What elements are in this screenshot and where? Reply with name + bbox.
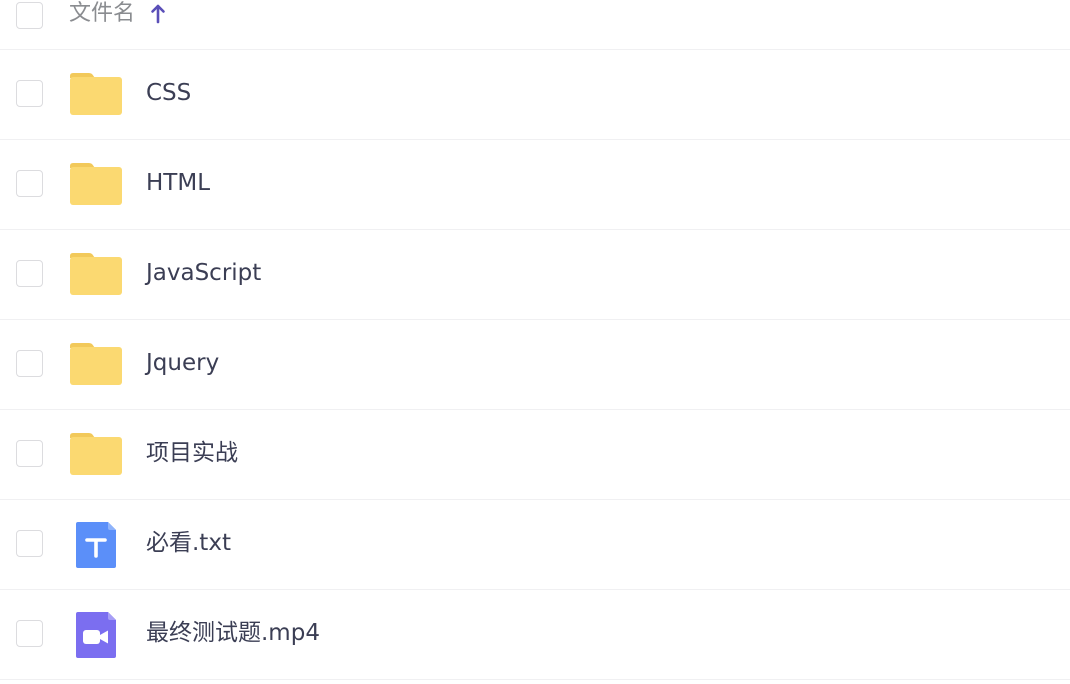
folder-icon (70, 253, 122, 295)
file-row[interactable]: HTML (0, 140, 1070, 230)
file-name[interactable]: 必看.txt (146, 528, 231, 558)
row-checkbox[interactable] (16, 260, 43, 287)
row-checkbox[interactable] (16, 530, 43, 557)
folder-icon (70, 73, 122, 115)
video-file-icon (76, 612, 116, 658)
row-checkbox[interactable] (16, 170, 43, 197)
arrow-up-icon[interactable] (148, 3, 168, 25)
column-header-filename[interactable]: 文件名 (69, 0, 135, 28)
table-header: 文件名 (0, 0, 1070, 50)
row-checkbox[interactable] (16, 440, 43, 467)
file-row[interactable]: 项目实战 (0, 410, 1070, 500)
file-name[interactable]: 最终测试题.mp4 (146, 618, 320, 648)
file-row[interactable]: CSS (0, 50, 1070, 140)
file-name[interactable]: Jquery (146, 348, 219, 378)
row-checkbox[interactable] (16, 620, 43, 647)
file-name[interactable]: CSS (146, 78, 191, 108)
row-checkbox[interactable] (16, 80, 43, 107)
file-row[interactable]: Jquery (0, 320, 1070, 410)
file-name[interactable]: JavaScript (146, 258, 261, 288)
file-list-table: 文件名 CSS HTML JavaScript Jquery 项目实战 必看.t… (0, 0, 1070, 684)
text-file-icon (76, 522, 116, 568)
row-checkbox[interactable] (16, 350, 43, 377)
select-all-checkbox[interactable] (16, 2, 43, 29)
file-name[interactable]: HTML (146, 168, 210, 198)
folder-icon (70, 433, 122, 475)
file-row[interactable]: JavaScript (0, 230, 1070, 320)
file-row[interactable]: 必看.txt (0, 500, 1070, 590)
folder-icon (70, 343, 122, 385)
file-name[interactable]: 项目实战 (146, 438, 238, 468)
folder-icon (70, 163, 122, 205)
file-row[interactable]: 最终测试题.mp4 (0, 590, 1070, 680)
